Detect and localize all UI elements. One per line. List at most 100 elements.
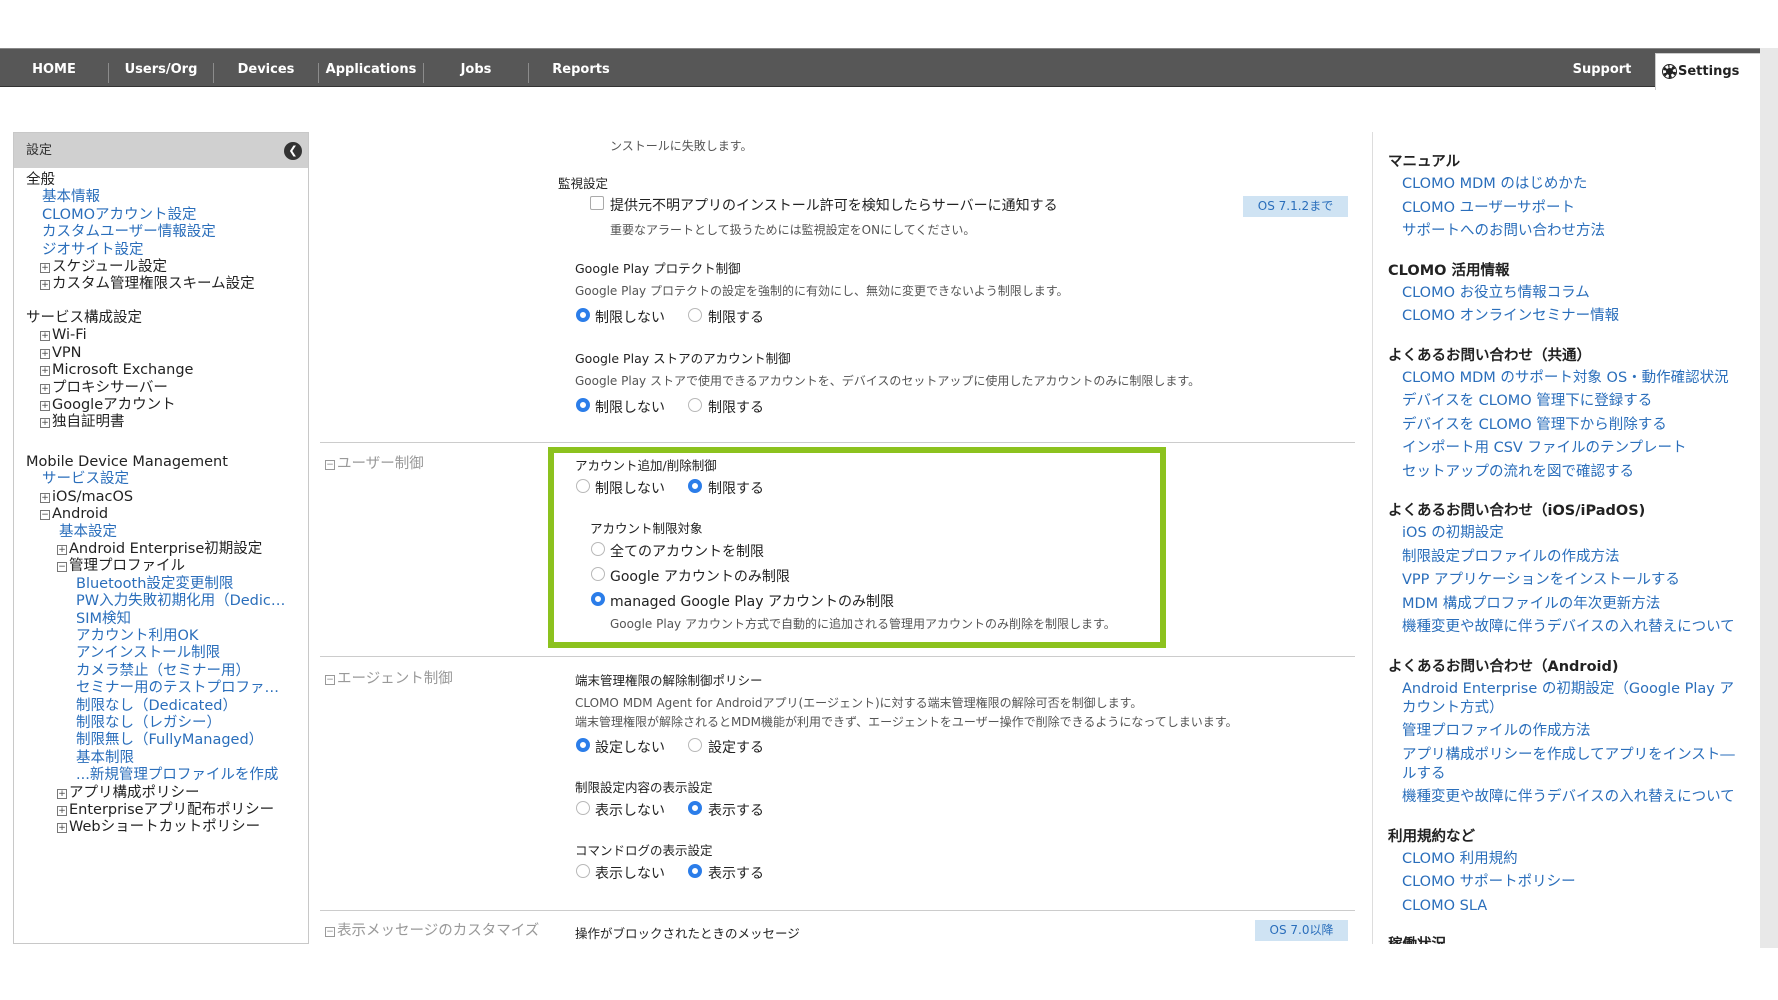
expand-icon[interactable]: +: [40, 401, 50, 411]
expand-icon[interactable]: +: [57, 788, 67, 799]
store-radio-restrict[interactable]: [688, 398, 702, 412]
help-link[interactable]: 機種変更や故障に伴うデバイスの入れ替えについて: [1402, 618, 1735, 637]
sidebar-item-enterprise[interactable]: + Enterpriseアプリ配布ポリシー: [57, 801, 274, 820]
help-link[interactable]: CLOMO ユーザーサポート: [1402, 199, 1575, 218]
protect-radio-restrict[interactable]: [688, 308, 702, 322]
log-radio-hide[interactable]: [576, 864, 590, 878]
expand-icon[interactable]: +: [40, 383, 50, 394]
help-link[interactable]: アプリ構成ポリシーを作成してアプリをインスト― ルする: [1402, 746, 1735, 784]
section-divider: [320, 442, 1355, 443]
expand-icon[interactable]: +: [40, 492, 50, 503]
sidebar-item-item[interactable]: 制限なし（レガシー）: [76, 714, 221, 733]
protect-option-label: 制限する: [708, 310, 764, 326]
sidebar-item-item[interactable]: 基本設定: [59, 523, 117, 542]
expand-icon[interactable]: +: [40, 280, 50, 291]
sidebar-item-pw-dedic[interactable]: PW入力失敗初期化用（Dedic…: [76, 592, 285, 611]
expand-icon[interactable]: +: [40, 331, 50, 342]
nav-home[interactable]: HOME: [0, 49, 108, 88]
help-link[interactable]: 機種変更や故障に伴うデバイスの入れ替えについて: [1402, 788, 1735, 807]
sidebar-item-item[interactable]: 基本制限: [76, 749, 134, 768]
help-link[interactable]: デバイスを CLOMO 管理下から削除する: [1402, 416, 1667, 435]
sidebar-item-item[interactable]: 基本情報: [42, 188, 100, 207]
help-link[interactable]: デバイスを CLOMO 管理下に登録する: [1402, 392, 1652, 411]
sidebar-item-bluetooth[interactable]: Bluetooth設定変更制限: [76, 575, 233, 594]
display-radio-show[interactable]: [688, 801, 702, 815]
expand-icon[interactable]: +: [57, 823, 67, 834]
help-link[interactable]: CLOMO SLA: [1402, 897, 1487, 916]
sidebar-item-sim[interactable]: SIM検知: [76, 610, 131, 629]
sidebar-item-item[interactable]: + プロキシサーバー: [40, 379, 168, 398]
sidebar-item-android-enterprise[interactable]: + Android Enterprise初期設定: [57, 540, 262, 559]
store-radio-no-restrict[interactable]: [576, 398, 590, 412]
store-option-label: 制限する: [708, 400, 764, 416]
help-link[interactable]: CLOMO オンラインセミナー情報: [1402, 307, 1619, 326]
sidebar-item-item[interactable]: + カスタム管理権限スキーム設定: [40, 275, 255, 294]
sidebar-item-item[interactable]: + 独自証明書: [40, 413, 125, 432]
policy-radio-on[interactable]: [688, 738, 702, 752]
sidebar-item-android[interactable]: − Android: [40, 505, 108, 524]
sidebar-item-ios-macos[interactable]: + iOS/macOS: [40, 488, 133, 507]
help-link[interactable]: CLOMO 利用規約: [1402, 850, 1518, 869]
sidebar-item-item[interactable]: + アプリ構成ポリシー: [57, 784, 200, 803]
sidebar-item-vpn[interactable]: + VPN: [40, 344, 82, 363]
expand-icon[interactable]: +: [40, 418, 50, 429]
help-link[interactable]: iOS の初期設定: [1402, 524, 1504, 543]
collapse-icon[interactable]: −: [40, 510, 50, 521]
sidebar-item-dedicated[interactable]: 制限なし（Dedicated）: [76, 697, 237, 716]
help-link[interactable]: 管理プロファイルの作成方法: [1402, 722, 1591, 741]
sidebar-item-fullymanaged[interactable]: 制限無し（FullyManaged）: [76, 731, 263, 750]
nav-applications[interactable]: Applications: [319, 49, 423, 88]
chevron-left-icon[interactable]: ❮: [284, 142, 302, 160]
sidebar-item-microsoft-exchange[interactable]: + Microsoft Exchange: [40, 361, 193, 380]
expand-icon[interactable]: +: [57, 545, 67, 555]
help-link[interactable]: CLOMO MDM のはじめかた: [1402, 175, 1587, 194]
sidebar-item-item[interactable]: − 管理プロファイル: [57, 557, 185, 576]
help-link[interactable]: MDM 構成プロファイルの年次更新方法: [1402, 595, 1660, 614]
section-agent-control[interactable]: − エージェント制御: [325, 667, 453, 688]
section-message-customize[interactable]: − 表示メッセージのカスタマイズ: [325, 919, 539, 940]
expand-icon[interactable]: +: [40, 366, 50, 377]
help-link[interactable]: VPP アプリケーションをインストールする: [1402, 571, 1680, 590]
expand-icon[interactable]: +: [40, 348, 50, 359]
sidebar-item-item[interactable]: カメラ禁止（セミナー用）: [76, 662, 250, 681]
help-link[interactable]: CLOMO お役立ち情報コラム: [1402, 284, 1590, 303]
sidebar-item-item[interactable]: + スケジュール設定: [40, 258, 167, 277]
help-link[interactable]: インポート用 CSV ファイルのテンプレート: [1402, 439, 1687, 458]
sidebar-item-google[interactable]: + Googleアカウント: [40, 396, 176, 415]
help-link[interactable]: セットアップの流れを図で確認する: [1402, 463, 1634, 482]
expand-icon[interactable]: +: [57, 806, 67, 816]
monitor-checkbox[interactable]: [590, 196, 604, 210]
nav-users-org[interactable]: Users/Org: [109, 49, 213, 88]
nav-settings[interactable]: Settings: [1655, 53, 1761, 90]
help-link[interactable]: CLOMO MDM のサポート対象 OS・動作確認状況: [1402, 369, 1729, 388]
scrollbar[interactable]: [1760, 48, 1778, 948]
sidebar-item-item[interactable]: ...新規管理プロファイルを作成: [76, 766, 278, 785]
help-link[interactable]: Android Enterprise の初期設定（Google Play アカウ…: [1402, 680, 1734, 718]
sidebar-item-item[interactable]: カスタムユーザー情報設定: [42, 223, 216, 242]
section-user-control[interactable]: − ユーザー制御: [325, 452, 424, 473]
sidebar-item-item[interactable]: セミナー用のテストプロファ…: [76, 679, 279, 698]
log-radio-show[interactable]: [688, 864, 702, 878]
sidebar-item-item[interactable]: アンインストール制限: [76, 644, 220, 663]
sidebar-item-web[interactable]: + Webショートカットポリシー: [57, 818, 260, 837]
help-section-title: よくあるお問い合わせ（Android): [1388, 658, 1619, 675]
sidebar-item-item[interactable]: ジオサイト設定: [42, 241, 144, 260]
sidebar-item-label: カスタムユーザー情報設定: [42, 224, 216, 241]
help-link[interactable]: サポートへのお問い合わせ方法: [1402, 222, 1605, 241]
sidebar-item-item[interactable]: サービス設定: [42, 470, 129, 489]
sidebar-item-ok[interactable]: アカウント利用OK: [76, 627, 198, 646]
nav-devices[interactable]: Devices: [214, 49, 318, 88]
nav-jobs[interactable]: Jobs: [424, 49, 528, 88]
sidebar-item-clomo[interactable]: CLOMOアカウント設定: [42, 206, 197, 225]
nav-support[interactable]: Support: [1555, 49, 1649, 88]
collapse-icon[interactable]: −: [57, 562, 67, 573]
nav-reports[interactable]: Reports: [529, 49, 633, 88]
display-radio-hide[interactable]: [576, 801, 590, 815]
policy-description: CLOMO MDM Agent for Androidアプリ(エージェント)に対…: [575, 696, 1143, 710]
expand-icon[interactable]: +: [40, 263, 50, 273]
help-link[interactable]: CLOMO サポートポリシー: [1402, 873, 1576, 892]
sidebar-item-wi-fi[interactable]: + Wi-Fi: [40, 326, 87, 345]
help-link[interactable]: 制限設定プロファイルの作成方法: [1402, 548, 1620, 567]
protect-radio-no-restrict[interactable]: [576, 308, 590, 322]
policy-radio-off[interactable]: [576, 738, 590, 752]
